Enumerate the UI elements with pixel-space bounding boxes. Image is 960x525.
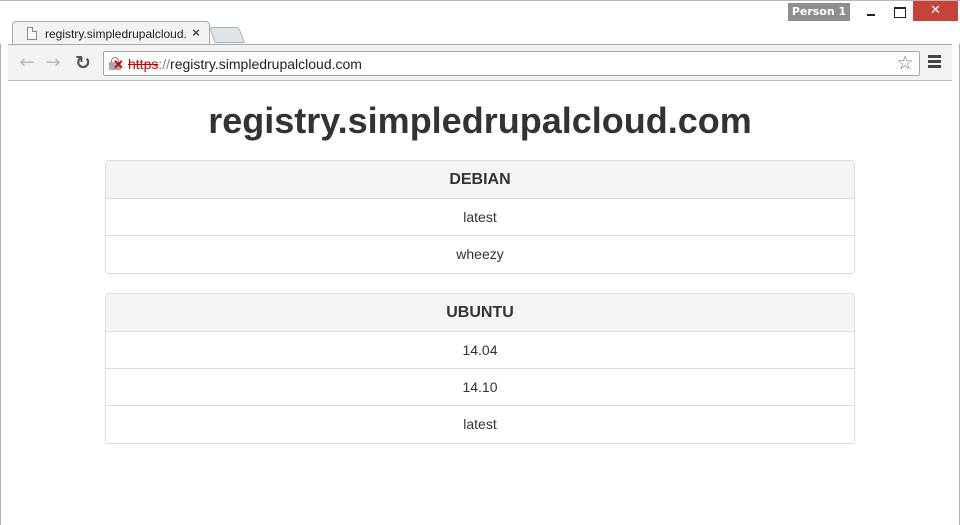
repository-heading: UBUNTU: [106, 294, 854, 332]
tab-title: registry.simpledrupalcloud.com: [45, 27, 187, 41]
tag-row: latest: [106, 199, 854, 236]
url-separator: ://: [158, 56, 171, 72]
repository-panel-debian: DEBIAN latest wheezy: [105, 160, 855, 274]
broken-lock-icon[interactable]: ✕: [109, 57, 124, 72]
url-scheme: https: [128, 56, 159, 72]
browser-tab[interactable]: registry.simpledrupalcloud.com ×: [12, 21, 210, 46]
close-window-button[interactable]: ✕: [913, 1, 958, 21]
window-frame-left: [0, 0, 8, 525]
tag-row: latest: [463, 416, 497, 432]
tag-row: 14.04: [106, 332, 854, 369]
repository-heading: DEBIAN: [106, 161, 854, 199]
browser-toolbar: ← → ↻ ✕ https://registry.simpledrupalclo…: [8, 44, 952, 81]
minimize-button[interactable]: [858, 1, 884, 21]
repository-panel-ubuntu: UBUNTU 14.04 14.10 latest: [105, 293, 855, 444]
page-icon: [27, 27, 37, 40]
url-text[interactable]: https://registry.simpledrupalcloud.com: [128, 55, 362, 73]
page-title: registry.simpledrupalcloud.com: [208, 100, 752, 141]
page-content: registry.simpledrupalcloud.com DEBIAN la…: [8, 82, 952, 525]
title-bar: Person 1 ✕ registry.simpledrupalcloud.co…: [0, 0, 960, 46]
new-tab-button[interactable]: [209, 27, 245, 43]
maximize-button[interactable]: [886, 1, 912, 21]
url-host: registry.simpledrupalcloud.com: [170, 56, 362, 72]
bookmark-star-icon[interactable]: ☆: [895, 52, 915, 75]
tab-close-icon[interactable]: ×: [189, 25, 203, 41]
forward-button[interactable]: →: [42, 52, 64, 74]
tag-row: wheezy: [456, 246, 504, 262]
reload-button[interactable]: ↻: [72, 52, 94, 74]
tag-row: 14.10: [106, 369, 854, 406]
back-button[interactable]: ←: [16, 52, 38, 74]
profile-button[interactable]: Person 1: [788, 3, 850, 21]
address-bar[interactable]: ✕ https://registry.simpledrupalcloud.com…: [103, 51, 920, 76]
chrome-menu-icon[interactable]: [928, 55, 944, 71]
window-frame-right: [952, 0, 960, 525]
